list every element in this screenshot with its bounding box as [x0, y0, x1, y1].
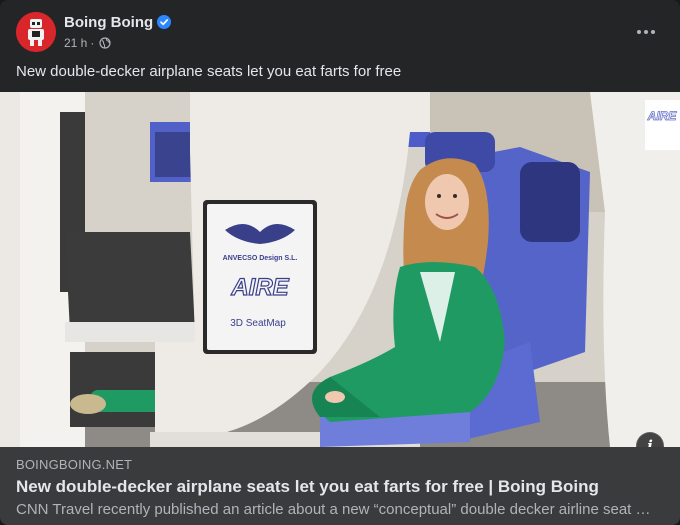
- page-name-link[interactable]: Boing Boing: [64, 14, 153, 32]
- side-panel-text: AIRE: [647, 109, 678, 123]
- more-options-button[interactable]: [628, 14, 664, 50]
- post-header: Boing Boing 21 h ·: [0, 0, 680, 62]
- link-description: CNN Travel recently published an article…: [16, 501, 651, 518]
- meta-separator: ·: [90, 36, 95, 50]
- airplane-seat-photo: ANVECSO Design S.L. AIRE 3D SeatMap AIRE: [0, 92, 680, 447]
- facebook-post-card: Boing Boing 21 h · New double-decker air…: [0, 0, 680, 525]
- link-title[interactable]: New double-decker airplane seats let you…: [16, 477, 599, 497]
- info-icon: i: [647, 437, 653, 447]
- placard-footer: 3D SeatMap: [230, 318, 286, 329]
- verified-badge-icon: [157, 15, 171, 29]
- globe-icon[interactable]: [99, 37, 111, 49]
- boing-boing-avatar-icon[interactable]: [16, 12, 56, 52]
- placard-product: AIRE: [230, 274, 289, 301]
- placard-brand: ANVECSO Design S.L.: [223, 255, 298, 262]
- post-image[interactable]: ANVECSO Design S.L. AIRE 3D SeatMap AIRE: [0, 92, 680, 447]
- post-text: New double-decker airplane seats let you…: [16, 63, 402, 80]
- link-preview-card[interactable]: BOINGBOING.NET New double-decker airplan…: [0, 447, 680, 525]
- timestamp-link[interactable]: 21 h: [64, 35, 87, 51]
- post-meta: 21 h ·: [64, 35, 111, 51]
- more-options-icon: [637, 30, 655, 34]
- link-domain: BOINGBOING.NET: [16, 457, 133, 472]
